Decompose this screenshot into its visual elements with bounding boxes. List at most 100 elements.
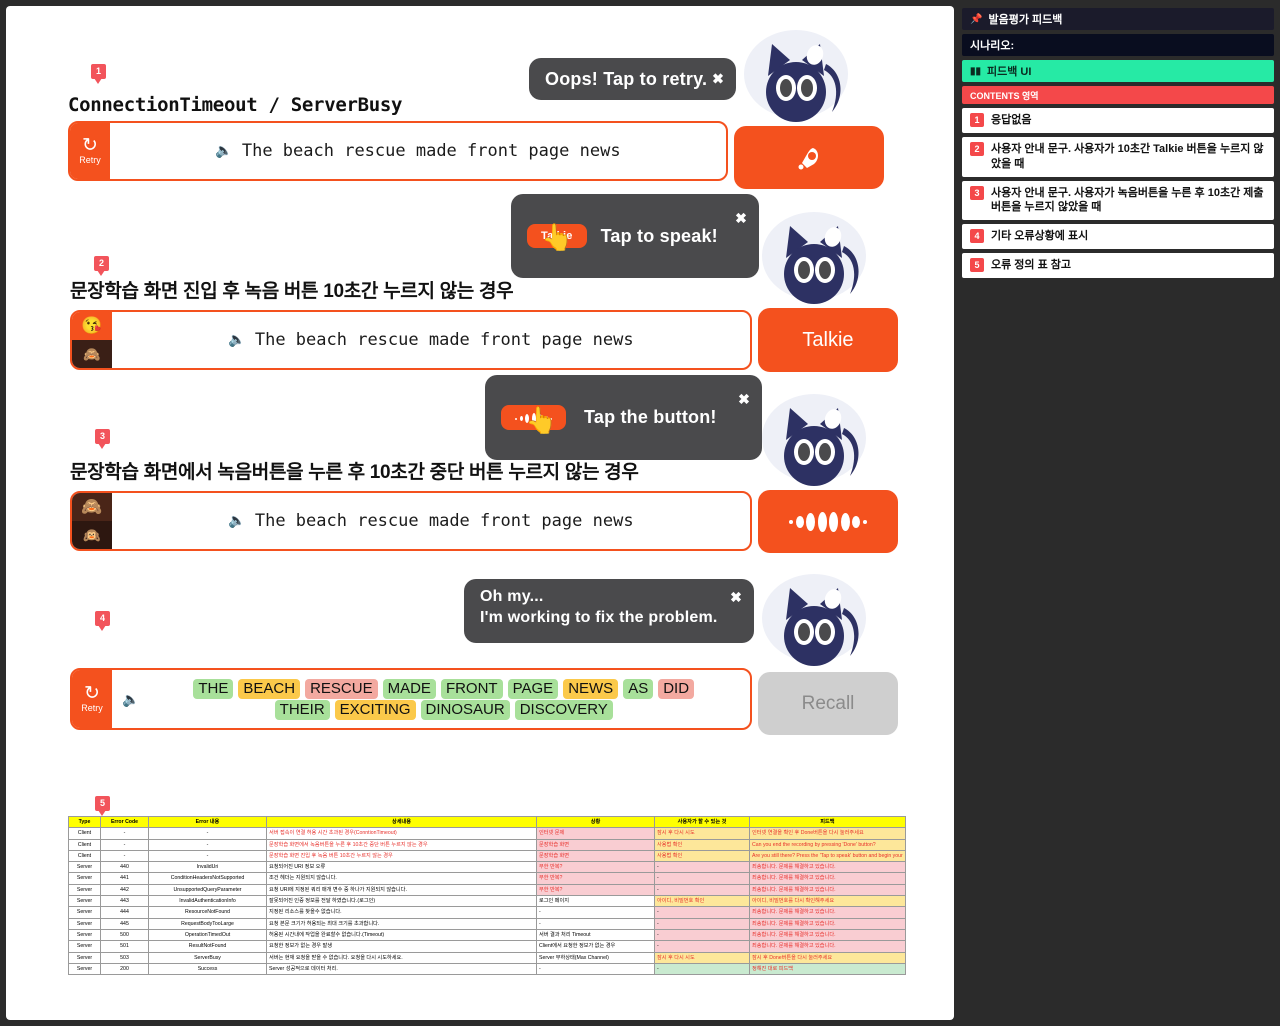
cell-error-name: ResultNotFound xyxy=(148,940,267,953)
word-chip: NEWS xyxy=(563,678,619,699)
cell-error-name: OperationTimedOut xyxy=(148,928,267,942)
cell-situation: - xyxy=(536,906,655,919)
cell-error-name: - xyxy=(148,838,267,851)
retry-icon: ↻ xyxy=(84,683,100,704)
speaker-icon: 🔈 xyxy=(215,143,233,159)
tooltip-1[interactable]: Oops! Tap to retry. ✖ xyxy=(529,58,736,100)
retry-button-4[interactable]: ↻ Retry xyxy=(72,670,112,728)
cell-user-action: - xyxy=(654,917,750,930)
panel-item-number: 4 xyxy=(970,229,984,244)
retry-label: Retry xyxy=(81,703,103,713)
cell-code: 500 xyxy=(100,928,149,942)
pin-marker-5[interactable]: 5 xyxy=(95,796,110,816)
table-row: Client - - 문장학습 화면 진입 후 녹음 버튼 10초간 누르지 않는 경… xyxy=(68,849,906,863)
word-chip: THE xyxy=(193,678,234,699)
cell-feedback: 아이디, 비밀번호를 다시 확인해주세요 xyxy=(749,895,906,908)
cat-avatar-3 xyxy=(758,388,876,488)
cell-code: 442 xyxy=(100,883,149,897)
record-action-button-3[interactable] xyxy=(758,490,898,553)
panel-list-item[interactable]: 1 응답없음 xyxy=(962,108,1274,133)
tooltip-4[interactable]: Oh my... I'm working to fix the problem.… xyxy=(464,579,754,643)
sentence-bar-1[interactable]: ↻ Retry 🔈 The beach rescue made front pa… xyxy=(68,121,728,181)
word-chip: DISCOVERY xyxy=(514,699,613,720)
table-row: Server 501 ResultNotFound 요청한 정보가 없는 경우 발생 C… xyxy=(68,940,906,953)
cell-error-name: ConditionHeadersNotSupported xyxy=(148,872,267,885)
cell-code: 444 xyxy=(100,906,149,919)
panel-scenario-label: 시나리오: xyxy=(970,40,1015,52)
pointing-hand-icon: 👆 xyxy=(541,222,574,252)
cell-error-name: - xyxy=(148,827,267,840)
tooltip-2[interactable]: Talkie 👆 Tap to speak! ✖ xyxy=(511,194,759,278)
panel-list-item[interactable]: 5 오류 정의 표 참고 xyxy=(962,253,1274,278)
th-situation: 상황 xyxy=(536,815,655,829)
cell-type: Server xyxy=(68,951,101,964)
panel-title: 발음평가 피드백 xyxy=(988,14,1063,26)
pin-marker-2[interactable]: 2 xyxy=(94,256,109,276)
cell-situation: 무한 반복? xyxy=(536,872,655,885)
cell-detail: 요청한 정보가 없는 경우 발생 xyxy=(266,940,537,953)
th-type: Type xyxy=(68,815,101,829)
cell-user-action: 사용법 확인 xyxy=(654,838,750,851)
recall-action-button-4[interactable]: Recall xyxy=(758,672,898,735)
close-icon-1[interactable]: ✖ xyxy=(712,71,724,88)
cell-type: Server xyxy=(68,872,101,885)
face-emoji-icon: 😘 xyxy=(72,312,112,340)
panel-item-label: 오류 정의 표 참고 xyxy=(991,259,1072,272)
pin-marker-4[interactable]: 4 xyxy=(95,611,110,631)
pin-marker-1[interactable]: 1 xyxy=(91,64,106,84)
close-icon-2[interactable]: ✖ xyxy=(735,210,747,227)
sentence-value-2: The beach rescue made front page news xyxy=(254,330,634,350)
panel-item-label: 사용자 안내 문구. 사용자가 10초간 Talkie 버튼을 누르지 않았을 … xyxy=(991,142,1264,170)
cell-error-name: Success xyxy=(148,962,267,976)
sentence-bar-4[interactable]: ↻ Retry 🔈 THE BEACH RESCUE MADE FRONT PA… xyxy=(70,668,752,730)
cell-error-name: ServerBusy xyxy=(148,951,267,964)
avatar-thumb-2[interactable]: 😘 🙈 xyxy=(72,312,112,368)
cell-user-action: - xyxy=(654,940,750,953)
cell-detail: 문장학습 화면 진입 후 녹음 버튼 10초간 누르지 않는 경우 xyxy=(266,849,537,863)
cell-user-action: - xyxy=(654,872,750,885)
section-3-title: 문장학습 화면에서 녹음버튼을 누른 후 10초간 중단 버튼 누르지 않는 경… xyxy=(70,462,639,483)
sentence-bar-3[interactable]: 🙈 🙉 🔈 The beach rescue made front page n… xyxy=(70,491,752,551)
cell-situation: 무한 반복? xyxy=(536,861,655,874)
cell-detail: 잘못되어진 인증 정보를 전달 하였습니다.(로그인) xyxy=(266,895,537,908)
cell-feedback: Are you still there? Press the 'Tap to s… xyxy=(749,849,906,863)
panel-list-item[interactable]: 3 사용자 안내 문구. 사용자가 녹음버튼을 누른 후 10초간 제출 버튼을 … xyxy=(962,180,1274,221)
tooltip-2-text: Tap to speak! xyxy=(600,225,718,246)
cell-situation: 서버 결과 처리 Timeout xyxy=(536,928,655,942)
cell-feedback: 죄송합니다. 문제를 해결하고 있습니다. xyxy=(749,940,906,953)
avatar-thumb-3[interactable]: 🙈 🙉 xyxy=(72,493,112,549)
cell-code: 501 xyxy=(100,940,149,953)
pin-marker-3[interactable]: 3 xyxy=(95,429,110,449)
tooltip-3[interactable]: 👆 Tap the button! ✖ xyxy=(485,375,762,460)
cell-user-action: 잠시 후 다시 시도 xyxy=(654,951,750,964)
cell-situation: Client에서 요청한 정보가 없는 경우 xyxy=(536,940,655,953)
rocket-action-button-1[interactable] xyxy=(734,126,884,189)
cell-type: Server xyxy=(68,883,101,897)
close-icon-4[interactable]: ✖ xyxy=(730,589,742,606)
panel-list-item[interactable]: 2 사용자 안내 문구. 사용자가 10초간 Talkie 버튼을 누르지 않았을… xyxy=(962,136,1274,177)
th-name: Error 내용 xyxy=(148,815,267,829)
face-photo-top-icon: 🙈 xyxy=(72,493,112,521)
talkie-action-button-2[interactable]: Talkie xyxy=(758,308,898,372)
panel-item-list: 1 응답없음 2 사용자 안내 문구. 사용자가 10초간 Talkie 버튼을 누르… xyxy=(962,108,1274,278)
cell-user-action: 사용법 확인 xyxy=(654,849,750,863)
cell-user-action: 잠시 후 다시 시도 xyxy=(654,827,750,840)
section-2-title: 문장학습 화면 진입 후 녹음 버튼 10초간 누르지 않는 경우 xyxy=(70,281,514,302)
cell-type: Client xyxy=(68,838,101,851)
talkie-label: Talkie xyxy=(802,328,854,351)
feedback-panel: 📌 발음평가 피드백 시나리오: ▮▮ 피드백 UI CONTENTS 영역 1… xyxy=(962,8,1274,282)
panel-feedback-ui-row[interactable]: ▮▮ 피드백 UI xyxy=(962,60,1274,82)
cell-type: Server xyxy=(68,928,101,942)
speaker-icon: 🔈 xyxy=(228,332,246,348)
th-feedback: 피드백 xyxy=(749,815,906,829)
word-chip: EXCITING xyxy=(334,699,416,720)
sentence-bar-2[interactable]: 😘 🙈 🔈 The beach rescue made front page n… xyxy=(70,310,752,370)
cell-user-action: - xyxy=(654,861,750,874)
close-icon-3[interactable]: ✖ xyxy=(738,391,750,408)
th-code: Error Code xyxy=(100,815,149,829)
retry-button-1[interactable]: ↻ Retry xyxy=(70,123,110,179)
sentence-value-3: The beach rescue made front page news xyxy=(254,511,634,531)
cell-code: - xyxy=(100,827,149,840)
tooltip-4-line2: I'm working to fix the problem. xyxy=(480,608,718,626)
panel-list-item[interactable]: 4 기타 오류상황에 표시 xyxy=(962,224,1274,250)
